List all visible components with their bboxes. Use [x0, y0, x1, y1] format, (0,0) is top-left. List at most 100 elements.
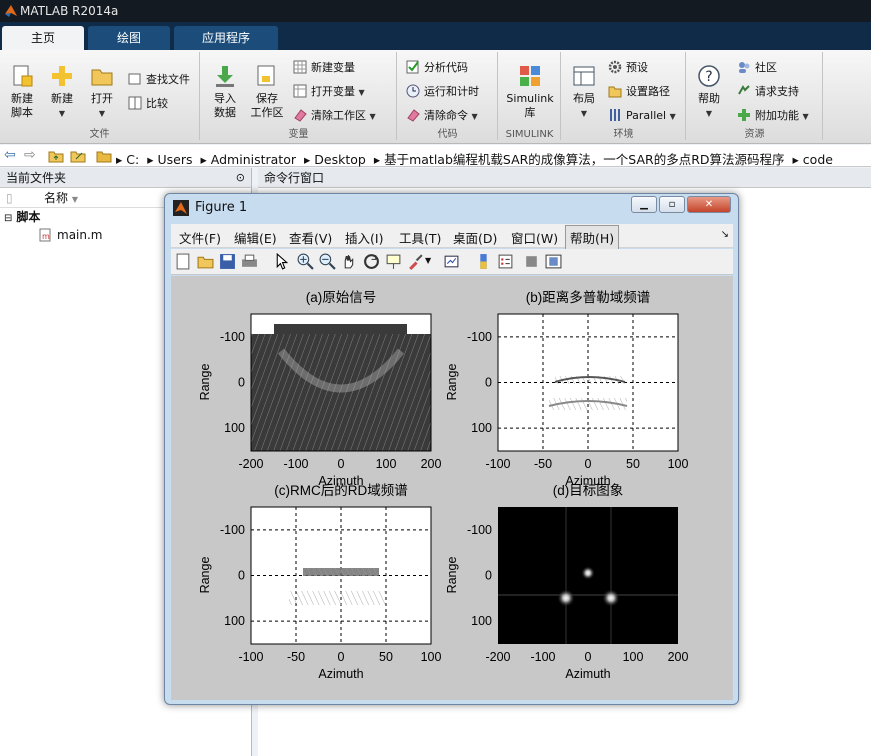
import-label: 导入 数据 — [214, 92, 236, 119]
compare-label: 比较 — [146, 97, 168, 110]
app-title: MATLAB R2014a — [20, 4, 119, 18]
menu-help[interactable]: 帮助(H) — [565, 225, 620, 250]
plot-d-xtick-label: 100 — [623, 650, 644, 664]
preferences-label: 预设 — [626, 61, 648, 74]
file-name: main.m — [57, 228, 103, 242]
variable-group: 导入 数据 保存 工作区 新建变量 打开变量 ▼ 清除工作区 ▼ 变量 — [201, 52, 397, 140]
menu-edit[interactable]: 编辑(E) — [234, 228, 277, 247]
browse-folder-icon[interactable] — [70, 149, 86, 163]
data-cursor-icon[interactable] — [385, 253, 402, 270]
tab-plots[interactable]: 绘图 — [88, 26, 170, 50]
hide-plot-tools-icon[interactable] — [523, 253, 540, 270]
breadcrumb-item[interactable]: 基于matlab编程机载SAR的成像算法，一个SAR的多点RD算法源码程序 — [384, 152, 784, 167]
print-icon[interactable] — [241, 253, 258, 270]
layout-button[interactable]: 布局 ▼ — [566, 58, 602, 121]
plot-a-ytick-label: 0 — [238, 376, 245, 390]
subplot-a: (a)原始信号 Azimuth Range -200 -100 0 100 200-10… — [198, 290, 441, 488]
open-variable-button[interactable]: 打开变量 ▼ — [293, 82, 365, 102]
pointer-icon[interactable] — [273, 253, 290, 270]
new-button[interactable]: 新建 ▼ — [44, 58, 80, 121]
tab-home[interactable]: 主页 — [2, 26, 84, 50]
collapse-icon[interactable]: ⊟ — [4, 213, 12, 224]
figure-canvas[interactable]: (a)原始信号 Azimuth Range -200 -100 0 100 200 -10… — [171, 276, 733, 700]
menubar-overflow-icon[interactable]: ↘ — [721, 229, 729, 240]
link-plot-icon[interactable] — [443, 253, 460, 270]
maximize-button[interactable]: ▫ — [659, 196, 685, 213]
save-workspace-button[interactable]: 保存 工作区 — [247, 58, 287, 120]
plot-a-xtick-label: 100 — [376, 457, 397, 471]
plot-c-ytick-label: 100 — [224, 614, 245, 628]
colorbar-icon[interactable] — [475, 253, 492, 270]
new-figure-icon[interactable] — [175, 253, 192, 270]
menu-view[interactable]: 查看(V) — [289, 228, 332, 247]
menu-file[interactable]: 文件(F) — [179, 228, 221, 247]
plot-c-xtick-label: 100 — [421, 650, 442, 664]
analyze-code-button[interactable]: 分析代码 — [406, 58, 468, 78]
plot-c-xtick-label: 50 — [379, 650, 393, 664]
plot-a-xtick-label: -200 — [238, 457, 263, 471]
parallel-button[interactable]: Parallel ▼ — [608, 106, 676, 126]
up-folder-icon[interactable] — [48, 149, 64, 163]
forward-arrow-icon[interactable]: ⇨ — [24, 147, 36, 163]
request-support-button[interactable]: 请求支持 — [737, 82, 799, 102]
request-support-label: 请求支持 — [755, 85, 799, 98]
simulink-library-button[interactable]: Simulink 库 — [503, 58, 557, 120]
menu-window[interactable]: 窗口(W) — [511, 228, 558, 247]
panel-menu-icon[interactable]: ⊙ — [236, 168, 245, 188]
set-path-button[interactable]: 设置路径 — [608, 82, 670, 102]
new-variable-label: 新建变量 — [311, 61, 355, 74]
addons-button[interactable]: 附加功能 ▼ — [737, 106, 809, 126]
save-icon[interactable] — [219, 253, 236, 270]
back-arrow-icon[interactable]: ⇦ — [4, 147, 16, 163]
rotate-icon[interactable] — [363, 253, 380, 270]
brush-icon[interactable] — [407, 253, 424, 270]
open-file-icon[interactable] — [197, 253, 214, 270]
subplot-d: (d)目标图象 Azimuth Range -200 -100 0 100 200 -10… — [445, 483, 688, 681]
menu-desktop[interactable]: 桌面(D) — [453, 228, 497, 247]
brush-dropdown-icon[interactable]: ▼ — [425, 256, 431, 265]
plot-b-ytick-label: 0 — [485, 376, 492, 390]
zoom-in-icon[interactable] — [297, 253, 314, 270]
plot-b-xtick-label: -100 — [485, 457, 510, 471]
breadcrumb-item[interactable]: Users — [158, 152, 193, 167]
layout-icon — [573, 66, 595, 86]
parallel-label: Parallel — [626, 109, 667, 122]
preferences-button[interactable]: 预设 — [608, 58, 648, 78]
breadcrumb-item[interactable]: Desktop — [314, 152, 366, 167]
plot-d-xtick-label: 0 — [585, 650, 592, 664]
menu-tools[interactable]: 工具(T) — [399, 228, 441, 247]
clear-commands-button[interactable]: 清除命令 ▼ — [406, 106, 478, 126]
tab-apps[interactable]: 应用程序 — [174, 26, 278, 50]
new-script-button[interactable]: 新建 脚本 — [4, 58, 40, 120]
clear-workspace-button[interactable]: 清除工作区 ▼ — [293, 106, 376, 126]
compare-button[interactable]: 比较 — [128, 94, 168, 114]
open-button[interactable]: 打开 ▼ — [84, 58, 120, 121]
new-script-label: 新建 脚本 — [11, 92, 33, 119]
breadcrumb-item[interactable]: Administrator — [211, 152, 296, 167]
analyze-icon — [406, 60, 419, 74]
run-and-time-button[interactable]: 运行和计时 — [406, 82, 479, 102]
new-variable-button[interactable]: 新建变量 — [293, 58, 355, 78]
legend-icon[interactable] — [497, 253, 514, 270]
find-files-button[interactable]: 查找文件 — [128, 70, 190, 90]
folder-icon — [96, 151, 112, 163]
code-group: 分析代码 运行和计时 清除命令 ▼ 代码 — [398, 52, 498, 140]
breadcrumb-item[interactable]: code — [803, 152, 833, 167]
close-button[interactable]: ✕ — [687, 196, 731, 213]
minimize-button[interactable]: ▁ — [631, 196, 657, 213]
zoom-out-icon[interactable] — [319, 253, 336, 270]
plot-b-xtick-label: -50 — [534, 457, 552, 471]
show-plot-tools-icon[interactable] — [545, 253, 562, 270]
menu-insert[interactable]: 插入(I) — [345, 228, 383, 247]
simulink-group-label: SIMULINK — [505, 129, 554, 140]
import-data-button[interactable]: 导入 数据 — [205, 58, 245, 120]
file-group: 新建 脚本 新建 ▼ 打开 ▼ 查找文件 比较 文件 — [0, 52, 200, 140]
breadcrumb-item[interactable]: C: — [126, 152, 139, 167]
community-button[interactable]: 社区 — [737, 58, 777, 78]
addons-icon — [738, 109, 750, 121]
help-button[interactable]: ? 帮助 ▼ — [691, 58, 727, 121]
community-icon — [739, 62, 750, 73]
plot-b-title: (b)距离多普勒域频谱 — [526, 289, 651, 305]
pan-icon[interactable] — [341, 253, 358, 270]
simulink-library-icon — [520, 66, 540, 86]
